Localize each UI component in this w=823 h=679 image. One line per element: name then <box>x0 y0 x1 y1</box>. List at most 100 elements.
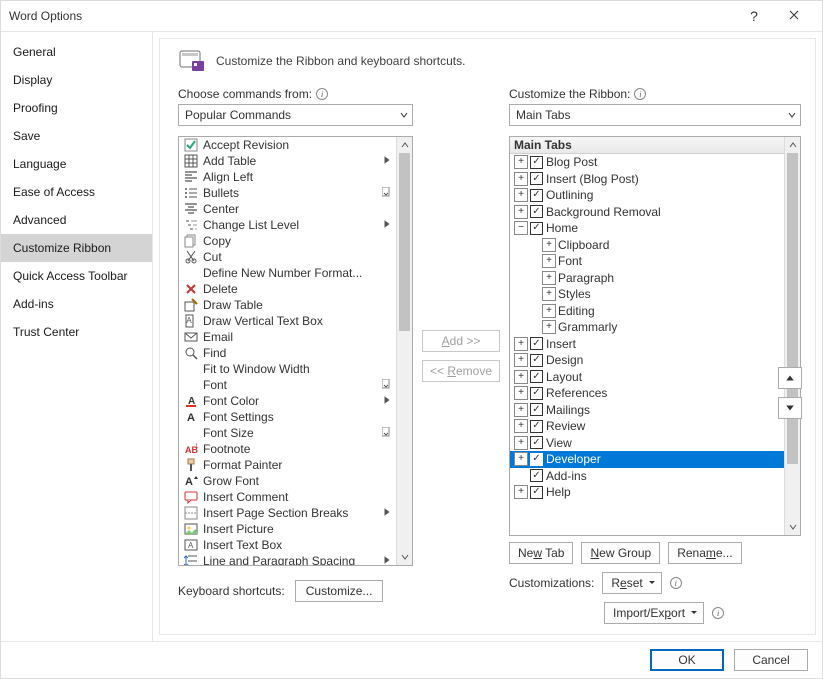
tree-node[interactable]: +Editing <box>510 303 784 320</box>
tree-checkbox[interactable] <box>530 156 543 169</box>
sidebar-item[interactable]: Quick Access Toolbar <box>1 262 152 290</box>
help-button[interactable]: ? <box>734 1 774 31</box>
remove-button[interactable]: << Remove <box>422 360 500 382</box>
expand-icon[interactable]: + <box>542 238 556 252</box>
command-item[interactable]: Insert Picture <box>179 521 396 537</box>
scroll-up-button[interactable] <box>397 137 412 153</box>
tree-node[interactable]: +Layout <box>510 369 784 386</box>
commands-scrollbar[interactable] <box>396 137 412 565</box>
expand-icon[interactable]: + <box>514 436 528 450</box>
new-tab-button[interactable]: New Tab <box>509 542 573 564</box>
tree-checkbox[interactable] <box>530 420 543 433</box>
expand-icon[interactable]: + <box>514 452 528 466</box>
sidebar-item[interactable]: Trust Center <box>1 318 152 346</box>
scroll-up-button[interactable] <box>785 137 800 153</box>
expand-icon[interactable]: + <box>514 386 528 400</box>
expand-icon[interactable]: + <box>542 271 556 285</box>
sidebar-item[interactable]: Ease of Access <box>1 178 152 206</box>
move-down-button[interactable] <box>778 397 802 419</box>
sidebar-item[interactable]: General <box>1 38 152 66</box>
tree-node[interactable]: +Mailings <box>510 402 784 419</box>
sidebar-item[interactable]: Advanced <box>1 206 152 234</box>
command-item[interactable]: Draw Table <box>179 297 396 313</box>
scroll-thumb[interactable] <box>399 153 410 331</box>
command-item[interactable]: Font Size <box>179 425 396 441</box>
collapse-icon[interactable]: − <box>514 221 528 235</box>
command-item[interactable]: Center <box>179 201 396 217</box>
command-item[interactable]: Copy <box>179 233 396 249</box>
command-item[interactable]: Change List Level <box>179 217 396 233</box>
sidebar-item[interactable]: Language <box>1 150 152 178</box>
tree-checkbox[interactable] <box>530 453 543 466</box>
tree-node[interactable]: +Outlining <box>510 187 784 204</box>
expand-icon[interactable]: + <box>514 485 528 499</box>
command-item[interactable]: AB1Footnote <box>179 441 396 457</box>
command-item[interactable]: Cut <box>179 249 396 265</box>
sidebar-item[interactable]: Proofing <box>1 94 152 122</box>
command-item[interactable]: Font <box>179 377 396 393</box>
tree-node[interactable]: +Grammarly <box>510 319 784 336</box>
command-item[interactable]: Insert Page Section Breaks <box>179 505 396 521</box>
expand-icon[interactable]: + <box>514 353 528 367</box>
customize-shortcuts-button[interactable]: Customize... <box>295 580 384 602</box>
command-item[interactable]: AFont Settings <box>179 409 396 425</box>
tree-node[interactable]: +Developer <box>510 451 784 468</box>
rename-button[interactable]: Rename... <box>668 542 741 564</box>
tree-node[interactable]: +Design <box>510 352 784 369</box>
command-item[interactable]: Delete <box>179 281 396 297</box>
command-item[interactable]: Format Painter <box>179 457 396 473</box>
tree-node[interactable]: +Insert (Blog Post) <box>510 171 784 188</box>
tree-checkbox[interactable] <box>530 436 543 449</box>
expand-icon[interactable]: + <box>514 337 528 351</box>
ribbon-tree[interactable]: Main Tabs +Blog Post+Insert (Blog Post)+… <box>509 136 801 536</box>
expand-icon[interactable]: + <box>542 287 556 301</box>
sidebar-item[interactable]: Customize Ribbon <box>1 234 152 262</box>
tree-node[interactable]: +References <box>510 385 784 402</box>
close-button[interactable] <box>774 1 814 31</box>
expand-icon[interactable]: + <box>542 254 556 268</box>
command-item[interactable]: Accept Revision <box>179 137 396 153</box>
command-item[interactable]: Add Table <box>179 153 396 169</box>
command-item[interactable]: Line and Paragraph Spacing <box>179 553 396 565</box>
command-item[interactable]: Define New Number Format... <box>179 265 396 281</box>
command-item[interactable]: Fit to Window Width <box>179 361 396 377</box>
tree-checkbox[interactable] <box>530 370 543 383</box>
info-icon[interactable]: i <box>670 577 682 589</box>
tree-checkbox[interactable] <box>530 172 543 185</box>
tree-node[interactable]: +Paragraph <box>510 270 784 287</box>
info-icon[interactable]: i <box>634 88 646 100</box>
command-item[interactable]: Email <box>179 329 396 345</box>
sidebar-item[interactable]: Display <box>1 66 152 94</box>
tree-checkbox[interactable] <box>530 222 543 235</box>
tree-checkbox[interactable] <box>530 205 543 218</box>
tree-node[interactable]: +Blog Post <box>510 154 784 171</box>
add-button[interactable]: Add >> <box>422 330 500 352</box>
move-up-button[interactable] <box>778 367 802 389</box>
tree-scrollbar[interactable] <box>784 137 800 535</box>
tree-checkbox[interactable] <box>530 387 543 400</box>
reset-button[interactable]: Reset <box>602 572 661 594</box>
command-item[interactable]: Insert Comment <box>179 489 396 505</box>
expand-icon[interactable]: + <box>514 155 528 169</box>
command-item[interactable]: Find <box>179 345 396 361</box>
tree-checkbox[interactable] <box>530 189 543 202</box>
new-group-button[interactable]: New Group <box>581 542 660 564</box>
scroll-down-button[interactable] <box>397 549 412 565</box>
commands-listbox[interactable]: Accept RevisionAdd TableAlign LeftBullet… <box>178 136 413 566</box>
tree-node[interactable]: +Clipboard <box>510 237 784 254</box>
tree-node[interactable]: +Styles <box>510 286 784 303</box>
tree-node[interactable]: Add-ins <box>510 468 784 485</box>
tree-checkbox[interactable] <box>530 486 543 499</box>
info-icon[interactable]: i <box>316 88 328 100</box>
tree-checkbox[interactable] <box>530 469 543 482</box>
cancel-button[interactable]: Cancel <box>734 649 808 671</box>
sidebar-item[interactable]: Save <box>1 122 152 150</box>
expand-icon[interactable]: + <box>542 304 556 318</box>
expand-icon[interactable]: + <box>514 370 528 384</box>
tree-node[interactable]: +Review <box>510 418 784 435</box>
tree-node[interactable]: +Help <box>510 484 784 501</box>
expand-icon[interactable]: + <box>514 403 528 417</box>
expand-icon[interactable]: + <box>542 320 556 334</box>
expand-icon[interactable]: + <box>514 419 528 433</box>
scroll-down-button[interactable] <box>785 519 800 535</box>
